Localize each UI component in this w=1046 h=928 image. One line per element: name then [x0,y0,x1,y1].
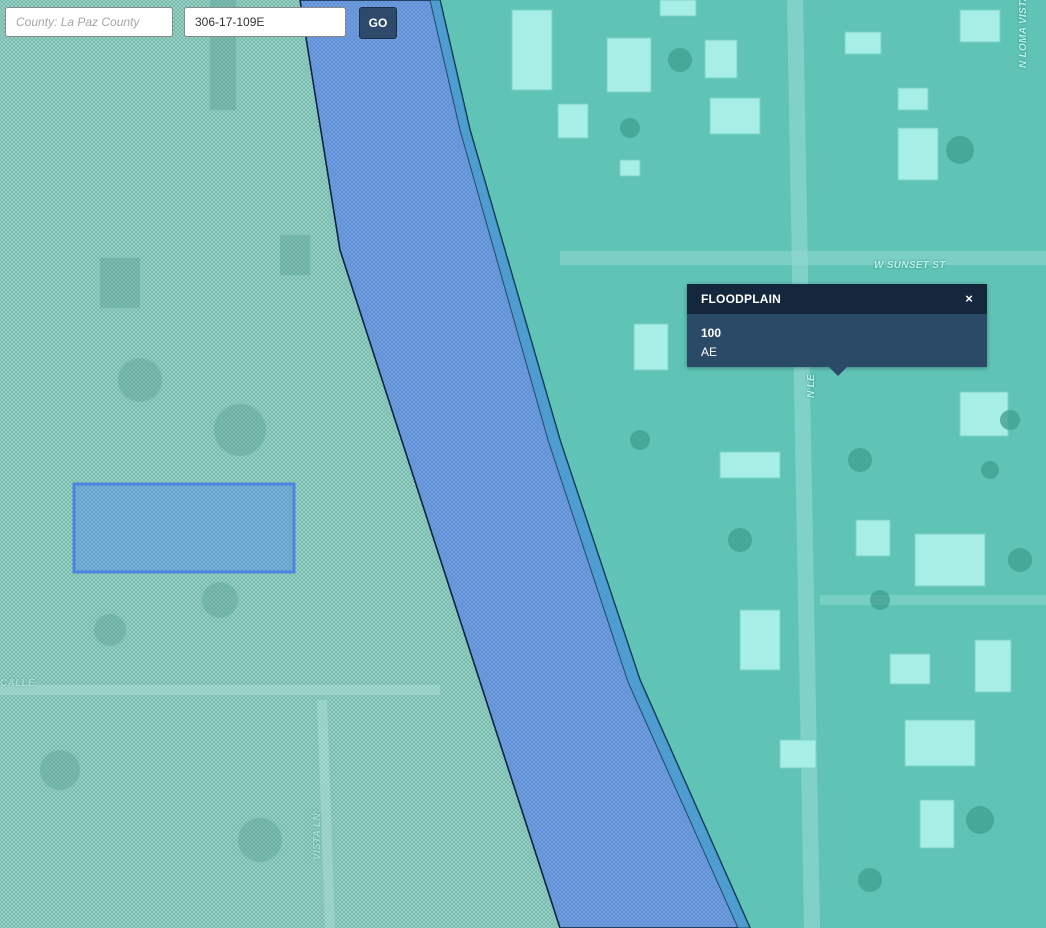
flood-zone-code: AE [701,345,718,359]
popup-title: FLOODPLAIN [701,292,781,306]
go-button[interactable]: GO [359,7,397,39]
street-label-sunset: W SUNSET ST [874,260,946,271]
popup-header: FLOODPLAIN × [687,284,987,314]
county-search-input[interactable] [5,7,173,37]
street-label-n-street: N LE [806,374,817,398]
street-label-loma-vista: N LOMA VISTA [1018,0,1029,68]
selected-parcel [72,482,296,574]
floodplain-popup: FLOODPLAIN × 100 AE [687,284,987,376]
flood-zone-percent: 100 [701,326,722,340]
parcel-search-input[interactable] [184,7,346,37]
map-view[interactable] [0,0,1046,928]
street-label-west: CALLE [0,678,35,689]
close-icon[interactable]: × [965,284,973,314]
popup-pointer [829,367,847,376]
street-label-bottom: VISTA LN [312,813,323,860]
popup-body: 100 AE [687,314,987,367]
